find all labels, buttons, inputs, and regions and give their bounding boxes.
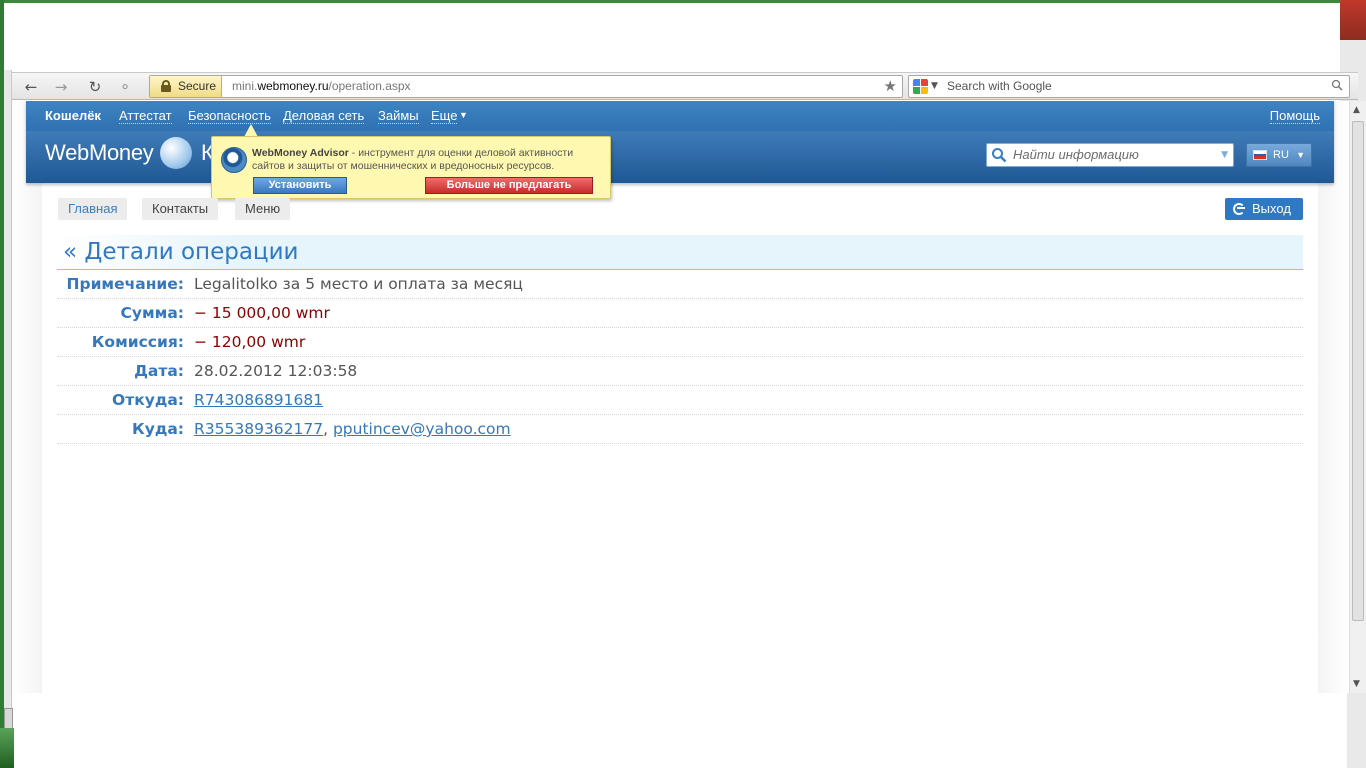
install-button[interactable]: Установить	[253, 177, 347, 194]
advisor-title: WebMoney Advisor	[252, 147, 349, 159]
nav-item-more[interactable]: Еще	[431, 108, 458, 124]
google-icon[interactable]	[913, 79, 928, 94]
detail-row-amount: Сумма: − 15 000,00 wmr	[57, 299, 1303, 328]
logout-button[interactable]: Выход	[1225, 198, 1303, 220]
reload-icon[interactable]: ↻	[84, 76, 106, 98]
page-margin-right	[1318, 101, 1349, 693]
url-domain: webmoney.ru	[257, 79, 329, 93]
site-search-placeholder: Найти информацию	[1013, 147, 1139, 162]
russia-flag-icon	[1253, 150, 1267, 160]
key-icon[interactable]: ⚬	[114, 76, 136, 98]
star-icon[interactable]: ★	[884, 77, 897, 96]
page-margin-left	[12, 101, 42, 693]
advisor-message: WebMoney Advisor - инструмент для оценки…	[252, 147, 607, 173]
nav-item-security[interactable]: Безопасность	[188, 108, 271, 124]
language-selector[interactable]: RU ▼	[1246, 143, 1312, 167]
detail-value: Legalitolko за 5 место и оплата за месяц	[194, 275, 523, 293]
scrollbar-thumb[interactable]	[1352, 121, 1364, 621]
desktop-strip	[0, 0, 1366, 3]
to-email-link[interactable]: pputincev@yahoo.com	[333, 420, 511, 438]
to-wallet-link[interactable]: R355389362177	[194, 420, 323, 438]
site-search-input[interactable]: Найти информацию ▼	[986, 143, 1234, 167]
detail-row-from: Откуда: R743086891681	[57, 386, 1303, 415]
detail-label: Откуда:	[112, 391, 184, 409]
tab-menu[interactable]: Меню	[235, 198, 291, 220]
window-frame-left	[4, 70, 12, 768]
secure-label: Secure	[178, 79, 217, 93]
detail-row-note: Примечание: Legalitolko за 5 место и опл…	[57, 270, 1303, 299]
nav-item-wallet[interactable]: Кошелёк	[45, 108, 101, 123]
detail-label: Сумма:	[120, 304, 184, 322]
lock-icon	[161, 80, 171, 92]
commission-value: − 120,00 wmr	[194, 333, 306, 351]
scroll-up-icon[interactable]: ▲	[1353, 105, 1360, 115]
logout-icon	[1233, 203, 1245, 215]
browser-search-bar[interactable]: ▼ Search with Google	[908, 75, 1350, 98]
scroll-down-icon[interactable]: ▼	[1353, 679, 1360, 689]
page-title[interactable]: « Детали операции	[63, 239, 298, 265]
to-value: R355389362177, pputincev@yahoo.com	[194, 420, 511, 438]
back-icon[interactable]: ←	[20, 76, 42, 98]
search-placeholder: Search with Google	[947, 79, 1052, 93]
page-viewport: Кошелёк Аттестат Безопасность Деловая се…	[12, 101, 1349, 693]
forward-icon[interactable]: →	[50, 76, 72, 98]
advisor-popup: WebMoney Advisor - инструмент для оценки…	[211, 136, 611, 199]
search-icon[interactable]	[991, 147, 1007, 163]
tab-home[interactable]: Главная	[58, 198, 128, 220]
separator: ,	[323, 420, 333, 438]
amount-value: − 15 000,00 wmr	[194, 304, 330, 322]
from-value: R743086891681	[194, 391, 323, 409]
detail-row-commission: Комиссия: − 120,00 wmr	[57, 328, 1303, 357]
url-path: /operation.aspx	[328, 79, 411, 93]
tab-contacts[interactable]: Контакты	[142, 198, 219, 220]
browser-bottom-area	[14, 693, 1347, 768]
operation-details-header: « Детали операции	[57, 235, 1303, 270]
taskbar-start-area[interactable]	[0, 728, 14, 768]
detail-label: Комиссия:	[91, 333, 184, 351]
date-value: 28.02.2012 12:03:58	[194, 362, 358, 380]
from-wallet-link[interactable]: R743086891681	[194, 391, 323, 409]
help-link[interactable]: Помощь	[1269, 108, 1320, 124]
detail-label: Примечание:	[66, 275, 185, 293]
chevron-down-icon[interactable]: ▼	[1221, 144, 1228, 166]
chevron-down-icon[interactable]: ▼	[459, 110, 468, 120]
chevron-down-icon: ▼	[1296, 150, 1305, 160]
search-icon[interactable]	[1331, 79, 1343, 91]
url-prefix: mini.	[232, 79, 258, 93]
logout-label: Выход	[1252, 201, 1291, 216]
nav-item-business-network[interactable]: Деловая сеть	[283, 108, 365, 124]
detail-label: Куда:	[132, 420, 184, 438]
detail-label: Дата:	[134, 362, 184, 380]
advisor-logo-icon	[221, 147, 247, 173]
detail-row-to: Куда: R355389362177, pputincev@yahoo.com	[57, 415, 1303, 444]
secure-badge[interactable]: Secure	[150, 76, 222, 97]
nav-item-attestat[interactable]: Аттестат	[119, 108, 172, 124]
address-bar[interactable]: Secure mini.webmoney.ru/operation.aspx ★	[149, 75, 903, 98]
dont-offer-again-button[interactable]: Больше не предлагать	[425, 177, 593, 194]
browser-toolbar: ← → ↻ ⚬ Secure mini.webmoney.ru/operatio…	[12, 72, 1358, 100]
nav-item-loans[interactable]: Займы	[378, 108, 419, 124]
status-indicator	[4, 708, 13, 730]
webmoney-logo[interactable]: WebMoney	[45, 140, 154, 166]
chevron-down-icon[interactable]: ▼	[931, 76, 938, 97]
window-close-area[interactable]	[1340, 0, 1366, 40]
detail-row-date: Дата: 28.02.2012 12:03:58	[57, 357, 1303, 386]
vertical-scrollbar[interactable]: ▲ ▼	[1349, 101, 1366, 693]
globe-logo-icon	[160, 137, 192, 169]
url-text[interactable]: mini.webmoney.ru/operation.aspx	[232, 76, 411, 97]
language-code: RU	[1273, 149, 1289, 161]
